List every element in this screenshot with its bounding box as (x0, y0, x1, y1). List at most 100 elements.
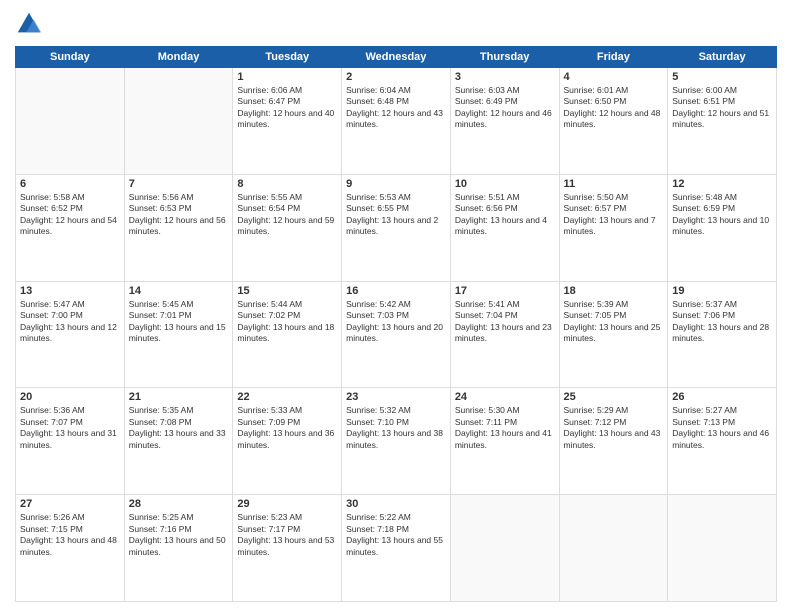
day-info: Sunrise: 5:58 AM Sunset: 6:52 PM Dayligh… (20, 192, 120, 238)
day-number: 14 (129, 285, 229, 297)
calendar-cell: 27 Sunrise: 5:26 AM Sunset: 7:15 PM Dayli… (16, 495, 125, 602)
day-info: Sunrise: 5:42 AM Sunset: 7:03 PM Dayligh… (346, 299, 446, 345)
calendar-week-row: 1 Sunrise: 6:06 AM Sunset: 6:47 PM Daylig… (16, 68, 777, 175)
day-info: Sunrise: 5:23 AM Sunset: 7:17 PM Dayligh… (237, 512, 337, 558)
day-info: Sunrise: 5:22 AM Sunset: 7:18 PM Dayligh… (346, 512, 446, 558)
day-number: 5 (672, 71, 772, 83)
day-number: 13 (20, 285, 120, 297)
day-number: 17 (455, 285, 555, 297)
calendar-cell: 14 Sunrise: 5:45 AM Sunset: 7:01 PM Dayli… (124, 281, 233, 388)
logo (15, 10, 47, 38)
day-info: Sunrise: 5:45 AM Sunset: 7:01 PM Dayligh… (129, 299, 229, 345)
calendar-cell: 30 Sunrise: 5:22 AM Sunset: 7:18 PM Dayli… (342, 495, 451, 602)
day-number: 1 (237, 71, 337, 83)
calendar-cell: 16Sunrise: 5:42 AM Sunset: 7:03 PM Dayli… (342, 281, 451, 388)
calendar-cell: 8 Sunrise: 5:55 AM Sunset: 6:54 PM Daylig… (233, 174, 342, 281)
day-number: 6 (20, 178, 120, 190)
day-number: 9 (346, 178, 446, 190)
day-number: 8 (237, 178, 337, 190)
day-info: Sunrise: 5:35 AM Sunset: 7:08 PM Dayligh… (129, 405, 229, 451)
day-number: 22 (237, 391, 337, 403)
calendar-cell: 22 Sunrise: 5:33 AM Sunset: 7:09 PM Dayli… (233, 388, 342, 495)
day-number: 7 (129, 178, 229, 190)
calendar-cell: 15Sunrise: 5:44 AM Sunset: 7:02 PM Dayli… (233, 281, 342, 388)
calendar-cell: 9 Sunrise: 5:53 AM Sunset: 6:55 PM Daylig… (342, 174, 451, 281)
calendar-cell: 1 Sunrise: 6:06 AM Sunset: 6:47 PM Daylig… (233, 68, 342, 175)
calendar-cell: 19 Sunrise: 5:37 AM Sunset: 7:06 PM Dayli… (668, 281, 777, 388)
day-info: Sunrise: 5:51 AM Sunset: 6:56 PM Dayligh… (455, 192, 555, 238)
day-info: Sunrise: 5:47 AM Sunset: 7:00 PM Dayligh… (20, 299, 120, 345)
calendar-week-row: 27 Sunrise: 5:26 AM Sunset: 7:15 PM Dayli… (16, 495, 777, 602)
day-number: 11 (564, 178, 664, 190)
day-number: 3 (455, 71, 555, 83)
calendar-cell: 28 Sunrise: 5:25 AM Sunset: 7:16 PM Dayli… (124, 495, 233, 602)
calendar-cell (16, 68, 125, 175)
day-number: 4 (564, 71, 664, 83)
day-info: Sunrise: 6:06 AM Sunset: 6:47 PM Dayligh… (237, 85, 337, 131)
calendar-cell: 11 Sunrise: 5:50 AM Sunset: 6:57 PM Dayli… (559, 174, 668, 281)
calendar-cell: 17 Sunrise: 5:41 AM Sunset: 7:04 PM Dayli… (450, 281, 559, 388)
calendar-cell: 5 Sunrise: 6:00 AM Sunset: 6:51 PM Daylig… (668, 68, 777, 175)
calendar-cell: 21 Sunrise: 5:35 AM Sunset: 7:08 PM Dayli… (124, 388, 233, 495)
calendar-week-row: 6 Sunrise: 5:58 AM Sunset: 6:52 PM Daylig… (16, 174, 777, 281)
day-header: Saturday (668, 47, 777, 68)
day-number: 23 (346, 391, 446, 403)
day-header: Sunday (16, 47, 125, 68)
day-number: 27 (20, 498, 120, 510)
day-info: Sunrise: 5:53 AM Sunset: 6:55 PM Dayligh… (346, 192, 446, 238)
calendar-cell: 4 Sunrise: 6:01 AM Sunset: 6:50 PM Daylig… (559, 68, 668, 175)
calendar-cell: 20Sunrise: 5:36 AM Sunset: 7:07 PM Dayli… (16, 388, 125, 495)
day-number: 10 (455, 178, 555, 190)
day-number: 20 (20, 391, 120, 403)
day-header: Monday (124, 47, 233, 68)
day-number: 2 (346, 71, 446, 83)
day-info: Sunrise: 5:33 AM Sunset: 7:09 PM Dayligh… (237, 405, 337, 451)
day-number: 18 (564, 285, 664, 297)
calendar-cell: 10 Sunrise: 5:51 AM Sunset: 6:56 PM Dayli… (450, 174, 559, 281)
calendar-header-row: SundayMondayTuesdayWednesdayThursdayFrid… (16, 47, 777, 68)
day-info: Sunrise: 5:41 AM Sunset: 7:04 PM Dayligh… (455, 299, 555, 345)
day-info: Sunrise: 5:32 AM Sunset: 7:10 PM Dayligh… (346, 405, 446, 451)
calendar-cell: 26 Sunrise: 5:27 AM Sunset: 7:13 PM Dayli… (668, 388, 777, 495)
day-number: 25 (564, 391, 664, 403)
calendar-cell: 6 Sunrise: 5:58 AM Sunset: 6:52 PM Daylig… (16, 174, 125, 281)
day-info: Sunrise: 5:56 AM Sunset: 6:53 PM Dayligh… (129, 192, 229, 238)
day-number: 19 (672, 285, 772, 297)
day-header: Thursday (450, 47, 559, 68)
day-header: Wednesday (342, 47, 451, 68)
day-info: Sunrise: 5:25 AM Sunset: 7:16 PM Dayligh… (129, 512, 229, 558)
day-header: Tuesday (233, 47, 342, 68)
day-info: Sunrise: 5:26 AM Sunset: 7:15 PM Dayligh… (20, 512, 120, 558)
day-info: Sunrise: 5:39 AM Sunset: 7:05 PM Dayligh… (564, 299, 664, 345)
calendar-cell: 29Sunrise: 5:23 AM Sunset: 7:17 PM Dayli… (233, 495, 342, 602)
calendar-cell: 12 Sunrise: 5:48 AM Sunset: 6:59 PM Dayli… (668, 174, 777, 281)
day-info: Sunrise: 5:50 AM Sunset: 6:57 PM Dayligh… (564, 192, 664, 238)
day-info: Sunrise: 6:00 AM Sunset: 6:51 PM Dayligh… (672, 85, 772, 131)
calendar-cell: 7 Sunrise: 5:56 AM Sunset: 6:53 PM Daylig… (124, 174, 233, 281)
calendar-cell: 18 Sunrise: 5:39 AM Sunset: 7:05 PM Dayli… (559, 281, 668, 388)
calendar-cell (668, 495, 777, 602)
day-number: 26 (672, 391, 772, 403)
calendar-cell (124, 68, 233, 175)
day-number: 21 (129, 391, 229, 403)
day-number: 28 (129, 498, 229, 510)
day-info: Sunrise: 6:03 AM Sunset: 6:49 PM Dayligh… (455, 85, 555, 131)
day-number: 12 (672, 178, 772, 190)
calendar-cell: 3 Sunrise: 6:03 AM Sunset: 6:49 PM Daylig… (450, 68, 559, 175)
day-info: Sunrise: 5:48 AM Sunset: 6:59 PM Dayligh… (672, 192, 772, 238)
day-number: 24 (455, 391, 555, 403)
day-info: Sunrise: 6:01 AM Sunset: 6:50 PM Dayligh… (564, 85, 664, 131)
logo-icon (15, 10, 43, 38)
calendar-cell: 25Sunrise: 5:29 AM Sunset: 7:12 PM Dayli… (559, 388, 668, 495)
day-info: Sunrise: 5:27 AM Sunset: 7:13 PM Dayligh… (672, 405, 772, 451)
calendar-cell (450, 495, 559, 602)
calendar-cell: 23 Sunrise: 5:32 AM Sunset: 7:10 PM Dayli… (342, 388, 451, 495)
day-info: Sunrise: 5:37 AM Sunset: 7:06 PM Dayligh… (672, 299, 772, 345)
calendar-cell: 13 Sunrise: 5:47 AM Sunset: 7:00 PM Dayli… (16, 281, 125, 388)
day-header: Friday (559, 47, 668, 68)
day-number: 30 (346, 498, 446, 510)
calendar: SundayMondayTuesdayWednesdayThursdayFrid… (15, 46, 777, 602)
day-info: Sunrise: 5:30 AM Sunset: 7:11 PM Dayligh… (455, 405, 555, 451)
day-info: Sunrise: 5:55 AM Sunset: 6:54 PM Dayligh… (237, 192, 337, 238)
calendar-cell: 2Sunrise: 6:04 AM Sunset: 6:48 PM Daylig… (342, 68, 451, 175)
